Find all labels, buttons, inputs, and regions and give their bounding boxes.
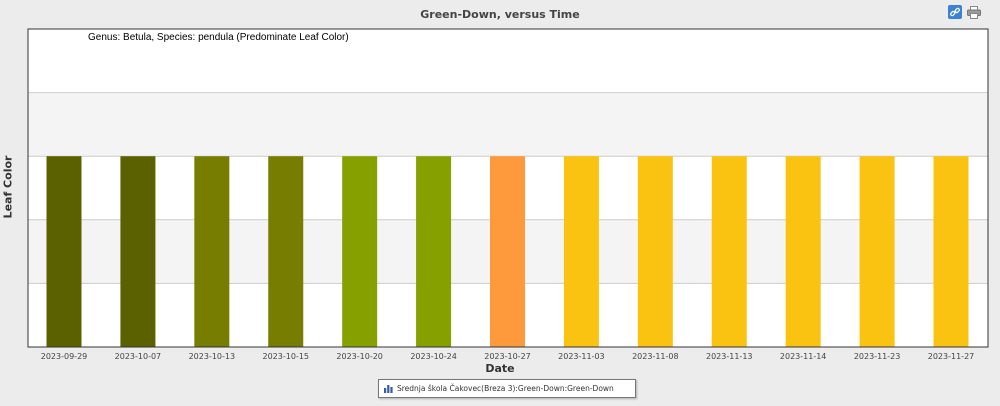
x-tick-label: 2023-09-29 — [41, 352, 88, 361]
bar-2023-11-27[interactable] — [933, 156, 969, 347]
x-tick-label: 2023-11-13 — [706, 352, 753, 361]
x-tick-label: 2023-10-27 — [484, 352, 531, 361]
bar-2023-10-24[interactable] — [416, 156, 452, 347]
x-tick-label: 2023-11-23 — [854, 352, 901, 361]
bar-2023-10-07[interactable] — [120, 156, 156, 347]
x-tick-label: 2023-10-15 — [263, 352, 310, 361]
x-tick-label: 2023-11-14 — [780, 352, 827, 361]
x-tick-label: 2023-10-20 — [336, 352, 383, 361]
plot-band — [28, 92, 988, 157]
legend[interactable]: Srednja škola Čakovec(Breza 3):Green-Dow… — [378, 379, 636, 398]
x-tick-label: 2023-11-27 — [928, 352, 975, 361]
x-tick-label: 2023-10-07 — [115, 352, 162, 361]
x-tick-label: 2023-10-24 — [410, 352, 457, 361]
bar-2023-11-03[interactable] — [563, 156, 599, 347]
bar-chart-icon — [384, 384, 393, 393]
bar-2023-10-13[interactable] — [194, 156, 230, 347]
x-axis-label: Date — [485, 362, 515, 375]
x-tick-label: 2023-10-13 — [189, 352, 236, 361]
bar-2023-11-13[interactable] — [711, 156, 747, 347]
x-tick-label: 2023-11-03 — [558, 352, 605, 361]
chart-plot: 2023-09-29 2023-10-07 2023-10-13 2023-10-15… — [27, 28, 989, 361]
bar-2023-09-29[interactable] — [46, 156, 82, 347]
x-tick-label: 2023-11-08 — [632, 352, 679, 361]
x-tick-labels: 2023-09-29 2023-10-07 2023-10-13 2023-10-15… — [41, 352, 975, 361]
bar-2023-10-15[interactable] — [268, 156, 304, 347]
bar-2023-11-23[interactable] — [859, 156, 895, 347]
legend-entry-label: Srednja škola Čakovec(Breza 3):Green-Dow… — [397, 384, 614, 393]
chart-subtitle: Genus: Betula, Species: pendula (Predomi… — [88, 32, 349, 43]
bar-2023-11-14[interactable] — [785, 156, 821, 347]
bar-2023-10-20[interactable] — [342, 156, 378, 347]
bar-2023-10-27[interactable] — [490, 156, 525, 347]
y-axis-label: Leaf Color — [1, 155, 15, 219]
bar-2023-11-08[interactable] — [637, 156, 673, 347]
